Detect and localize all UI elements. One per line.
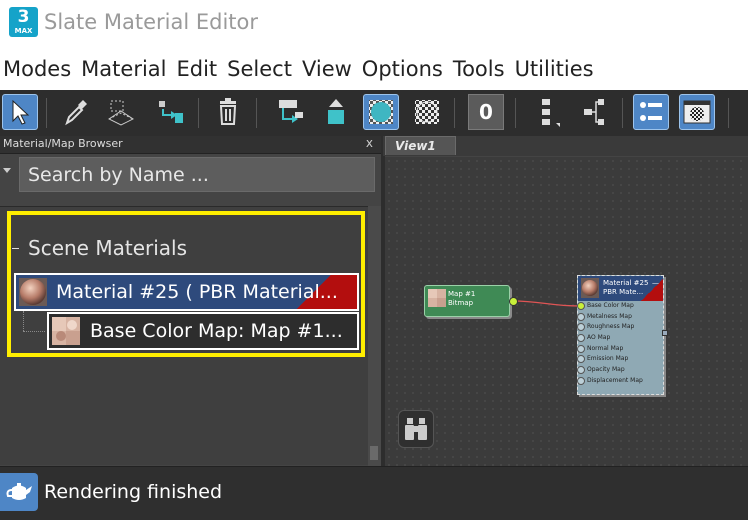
input-port[interactable] [577, 313, 585, 321]
slot-label: Metalness Map [587, 313, 632, 320]
slot-label: Roughness Map [587, 323, 635, 330]
slot-label: Base Color Map [587, 302, 634, 309]
input-port[interactable] [577, 302, 585, 310]
map-node-title: Map #1 [448, 290, 476, 298]
slot-label: Emission Map [587, 355, 629, 362]
input-port[interactable] [577, 345, 585, 353]
teapot-icon [6, 483, 32, 500]
slot-label: Opacity Map [587, 366, 625, 373]
status-text: Rendering finished [44, 481, 223, 503]
slot-label: Normal Map [587, 345, 624, 352]
collapse-icon[interactable]: — [652, 279, 659, 288]
input-port[interactable] [577, 377, 585, 385]
material-node[interactable]: Material #25 PBR Mate... — Base Color Ma… [577, 275, 664, 395]
slot-label: Displacement Map [587, 377, 643, 384]
output-port[interactable] [509, 297, 518, 306]
navigator-button[interactable] [398, 410, 434, 448]
material-node-header: Material #25 PBR Mate... — [578, 276, 663, 301]
output-port[interactable] [662, 330, 668, 336]
slot-label: AO Map [587, 334, 611, 341]
status-bar: Rendering finished [0, 466, 748, 520]
bitmap-thumbnail-icon [428, 289, 446, 307]
node-connection-wire [512, 300, 581, 307]
material-sphere-icon [581, 278, 599, 298]
binoculars-icon [405, 418, 427, 440]
input-port[interactable] [577, 355, 585, 363]
material-node-type: PBR Mate... [603, 288, 644, 296]
material-node-title: Material #25 [603, 279, 649, 287]
input-port[interactable] [577, 323, 585, 331]
map-node[interactable]: Map #1 Bitmap [424, 285, 510, 317]
input-port[interactable] [577, 334, 585, 342]
input-port[interactable] [577, 366, 585, 374]
map-node-type: Bitmap [448, 299, 474, 307]
render-button[interactable] [0, 473, 38, 511]
